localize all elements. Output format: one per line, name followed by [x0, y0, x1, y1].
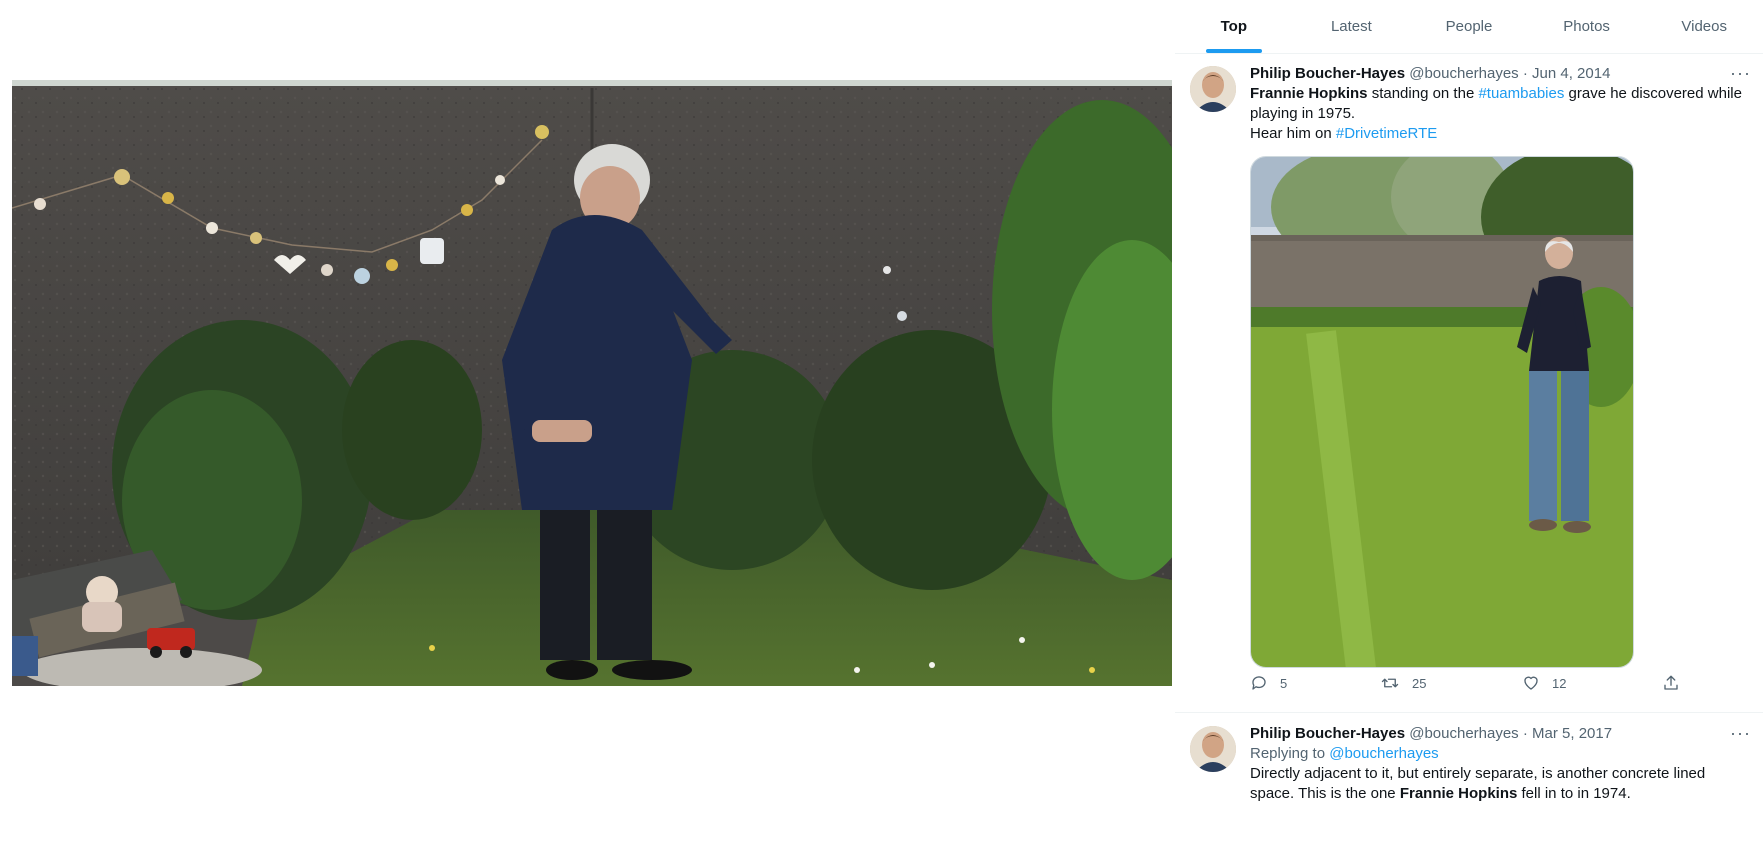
tweet-content: Philip Boucher-Hayes @boucherhayes · Mar…	[1250, 724, 1750, 804]
text-segment: fell in to in 1974.	[1517, 785, 1631, 802]
reply-count: 5	[1280, 675, 1288, 691]
replying-label: Replying to	[1250, 745, 1330, 762]
video-frame-image	[12, 80, 1172, 686]
tab-label: Latest	[1330, 18, 1372, 35]
tweet-content: Philip Boucher-Hayes @boucherhayes · Jun…	[1250, 64, 1750, 668]
replying-handle-link[interactable]: @boucherhayes	[1329, 745, 1438, 762]
reply-button[interactable]: 5	[1250, 674, 1287, 692]
text-segment: Hear him on	[1250, 125, 1336, 142]
tweet-text: Directly adjacent to it, but entirely se…	[1250, 764, 1750, 804]
bold-name: Frannie Hopkins	[1250, 85, 1368, 102]
share-icon	[1664, 675, 1678, 690]
hashtag-link[interactable]: #tuambabies	[1478, 85, 1564, 102]
tab-photos[interactable]: Photos	[1528, 0, 1646, 53]
avatar[interactable]	[1190, 726, 1236, 772]
video-player[interactable]	[12, 80, 1172, 686]
tweet-header: Philip Boucher-Hayes @boucherhayes · Mar…	[1250, 724, 1750, 744]
search-timeline: Top Latest People Photos Videos ··· Phil…	[1175, 0, 1763, 843]
avatar[interactable]	[1190, 66, 1236, 112]
tab-videos[interactable]: Videos	[1645, 0, 1763, 53]
tweet[interactable]: ··· Philip Boucher-Hayes @boucherhayes ·…	[1175, 54, 1763, 713]
bold-name: Frannie Hopkins	[1399, 785, 1518, 802]
tab-label: People	[1445, 18, 1493, 35]
tweet-date[interactable]: Jun 4, 2014	[1532, 65, 1610, 82]
tweet-photo[interactable]	[1250, 156, 1634, 668]
author-name[interactable]: Philip Boucher-Hayes	[1250, 725, 1405, 742]
separator: ·	[1518, 65, 1533, 82]
tweet-date[interactable]: Mar 5, 2017	[1532, 725, 1612, 742]
search-tabs: Top Latest People Photos Videos	[1175, 0, 1763, 54]
retweet-button[interactable]: 25	[1380, 674, 1426, 692]
retweet-icon	[1381, 678, 1399, 688]
author-handle[interactable]: @boucherhayes	[1409, 725, 1518, 742]
heart-icon	[1524, 676, 1538, 690]
tweet[interactable]: ··· Philip Boucher-Hayes @boucherhayes ·…	[1175, 714, 1763, 843]
like-button[interactable]: 12	[1522, 674, 1566, 692]
author-handle[interactable]: @boucherhayes	[1409, 65, 1518, 82]
text-segment: standing on the	[1367, 85, 1479, 102]
tab-label: Top	[1220, 18, 1247, 35]
share-button[interactable]	[1662, 674, 1680, 692]
tweet-text: Frannie Hopkins standing on the #tuambab…	[1250, 84, 1750, 144]
tweet-header: Philip Boucher-Hayes @boucherhayes · Jun…	[1250, 64, 1750, 84]
tab-top[interactable]: Top	[1175, 0, 1293, 53]
like-count: 12	[1552, 675, 1567, 691]
author-name[interactable]: Philip Boucher-Hayes	[1250, 65, 1405, 82]
tab-label: Videos	[1681, 18, 1727, 35]
reply-icon	[1252, 676, 1266, 690]
tab-people[interactable]: People	[1410, 0, 1528, 53]
separator: ·	[1518, 725, 1533, 742]
tweet-actions: 5 25 12	[1250, 674, 1680, 698]
tab-latest[interactable]: Latest	[1293, 0, 1411, 53]
hashtag-link[interactable]: #DrivetimeRTE	[1336, 125, 1437, 142]
retweet-count: 25	[1412, 675, 1427, 691]
tab-label: Photos	[1563, 18, 1610, 35]
replying-to: Replying to @boucherhayes	[1250, 744, 1750, 764]
